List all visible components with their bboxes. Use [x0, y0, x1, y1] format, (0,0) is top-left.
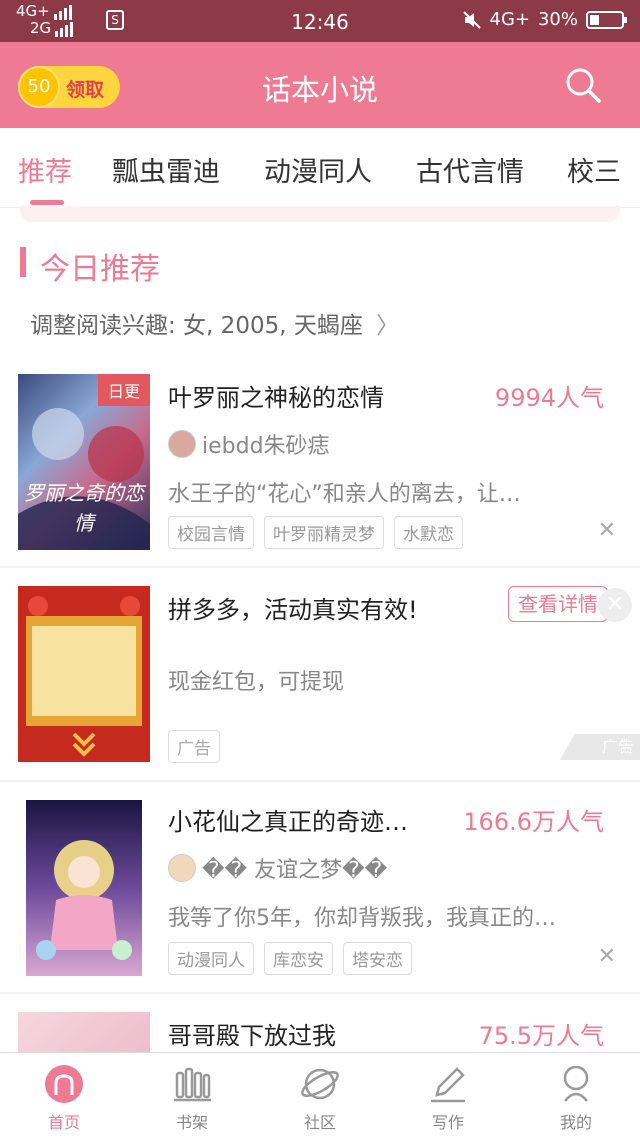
app-header: 50 领取 话本小说: [0, 42, 640, 128]
mute-icon: [462, 10, 481, 29]
book-item[interactable]: 日更 罗丽之奇的恋情 叶罗丽之神秘的恋情 9994人气 iebdd朱砂痣 水王子…: [0, 372, 640, 566]
ad-description: 现金红包，可提现: [168, 670, 345, 695]
popularity: 9994人气: [494, 384, 604, 412]
section-accent-bar: [20, 247, 26, 277]
book-cover[interactable]: [18, 1012, 150, 1052]
chevron-right-icon: 〉: [376, 313, 400, 339]
home-icon: [45, 1065, 83, 1103]
author[interactable]: �� 友谊之梦��: [168, 852, 387, 884]
book-title[interactable]: 叶罗丽之神秘的恋情: [168, 378, 468, 413]
tab-campus[interactable]: 校三: [567, 150, 621, 189]
reading-interest-link[interactable]: 调整阅读兴趣: 女, 2005, 天蝎座 〉: [30, 306, 399, 340]
popularity: 166.6万人气: [463, 808, 604, 836]
tag[interactable]: 校园言情: [168, 516, 254, 549]
book-description: 水王子的“花心”和亲人的离去，让…: [168, 482, 521, 507]
interest-text: 调整阅读兴趣: 女, 2005, 天蝎座: [30, 313, 363, 339]
active-tab-indicator: [30, 200, 64, 205]
ad-label: 广告: [168, 730, 220, 763]
ad-art: [26, 596, 142, 757]
banner-edge: [20, 206, 620, 222]
profile-icon: [563, 1065, 589, 1102]
ad-title[interactable]: 拼多多，活动真实有效!: [168, 590, 498, 625]
view-details-button[interactable]: 查看详情: [508, 586, 608, 622]
popularity: 75.5万人气: [478, 1022, 604, 1050]
tag[interactable]: 库恋安: [264, 942, 333, 975]
planet-icon: [301, 1068, 339, 1100]
tag[interactable]: 叶罗丽精灵梦: [264, 516, 384, 549]
category-tabs: 推荐 瓢虫雷迪 动漫同人 古代言情 校三: [0, 128, 640, 208]
battery-icon: [586, 10, 627, 29]
app-title: 话本小说: [261, 73, 378, 107]
ad-image[interactable]: [18, 586, 150, 762]
daily-update-badge: 日更: [97, 374, 150, 406]
nav-label: 写作: [431, 1113, 464, 1132]
author-avatar: [168, 430, 196, 458]
bookshelf-icon: [174, 1067, 211, 1102]
nav-label: 首页: [47, 1113, 80, 1132]
close-ad-icon[interactable]: ✕: [598, 588, 632, 622]
tag-list: 校园言情 叶罗丽精灵梦 水默恋: [168, 516, 463, 549]
bottom-navigation: 首页 书架 社区 写作 我的: [0, 1052, 640, 1138]
tab-recommend[interactable]: 推荐: [18, 150, 72, 189]
author-avatar: [168, 854, 196, 882]
nav-write[interactable]: 写作: [384, 1053, 512, 1139]
author[interactable]: iebdd朱砂痣: [168, 428, 330, 460]
nav-label: 书架: [175, 1113, 208, 1132]
book-item[interactable]: 哥哥殿下放过我 75.5万人气: [0, 994, 640, 1052]
status-bar: 4G+ 2G S 12:46 4G+ 30%: [0, 0, 640, 42]
search-icon[interactable]: [564, 66, 602, 104]
book-cover[interactable]: [26, 800, 142, 976]
nav-label: 社区: [303, 1113, 336, 1132]
network-type-right: 4G+: [489, 9, 530, 30]
dismiss-icon[interactable]: ✕: [598, 944, 616, 969]
cover-art: [36, 840, 132, 960]
book-title[interactable]: 哥哥殿下放过我: [168, 1016, 448, 1051]
dismiss-icon[interactable]: ✕: [598, 518, 616, 543]
tab-ladybug[interactable]: 瓢虫雷迪: [112, 150, 220, 189]
book-item[interactable]: 小花仙之真正的奇迹… 166.6万人气 �� 友谊之梦�� 我等了你5年，你却背…: [0, 782, 640, 992]
section-title: 今日推荐: [40, 252, 160, 287]
book-cover[interactable]: 日更 罗丽之奇的恋情: [18, 374, 150, 550]
nav-label: 我的: [559, 1113, 592, 1132]
nav-bookshelf[interactable]: 书架: [128, 1053, 256, 1139]
ad-watermark: 广告: [560, 734, 640, 760]
book-title[interactable]: 小花仙之真正的奇迹…: [168, 802, 448, 837]
book-description: 我等了你5年，你却背叛我，我真正的…: [168, 906, 556, 931]
nav-profile[interactable]: 我的: [512, 1053, 640, 1139]
tag[interactable]: 塔安恋: [343, 942, 412, 975]
ad-mark-text: 广告: [601, 737, 634, 756]
author-name: iebdd朱砂痣: [202, 434, 330, 459]
ad-item[interactable]: 拼多多，活动真实有效! 查看详情 ✕ 现金红包，可提现 广告 广告: [0, 568, 640, 780]
author-name: �� 友谊之梦��: [202, 858, 388, 883]
nav-home[interactable]: 首页: [0, 1053, 128, 1139]
tag[interactable]: 动漫同人: [168, 942, 254, 975]
tab-anime-fanfic[interactable]: 动漫同人: [264, 150, 372, 189]
nav-community[interactable]: 社区: [256, 1053, 384, 1139]
tab-ancient-romance[interactable]: 古代言情: [416, 150, 524, 189]
cover-title-text: 罗丽之奇的恋情: [24, 481, 144, 535]
battery-percent: 30%: [537, 9, 578, 30]
tag[interactable]: 水默恋: [394, 516, 463, 549]
pen-icon: [431, 1067, 465, 1103]
tag-list: 动漫同人 库恋安 塔安恋: [168, 942, 412, 975]
